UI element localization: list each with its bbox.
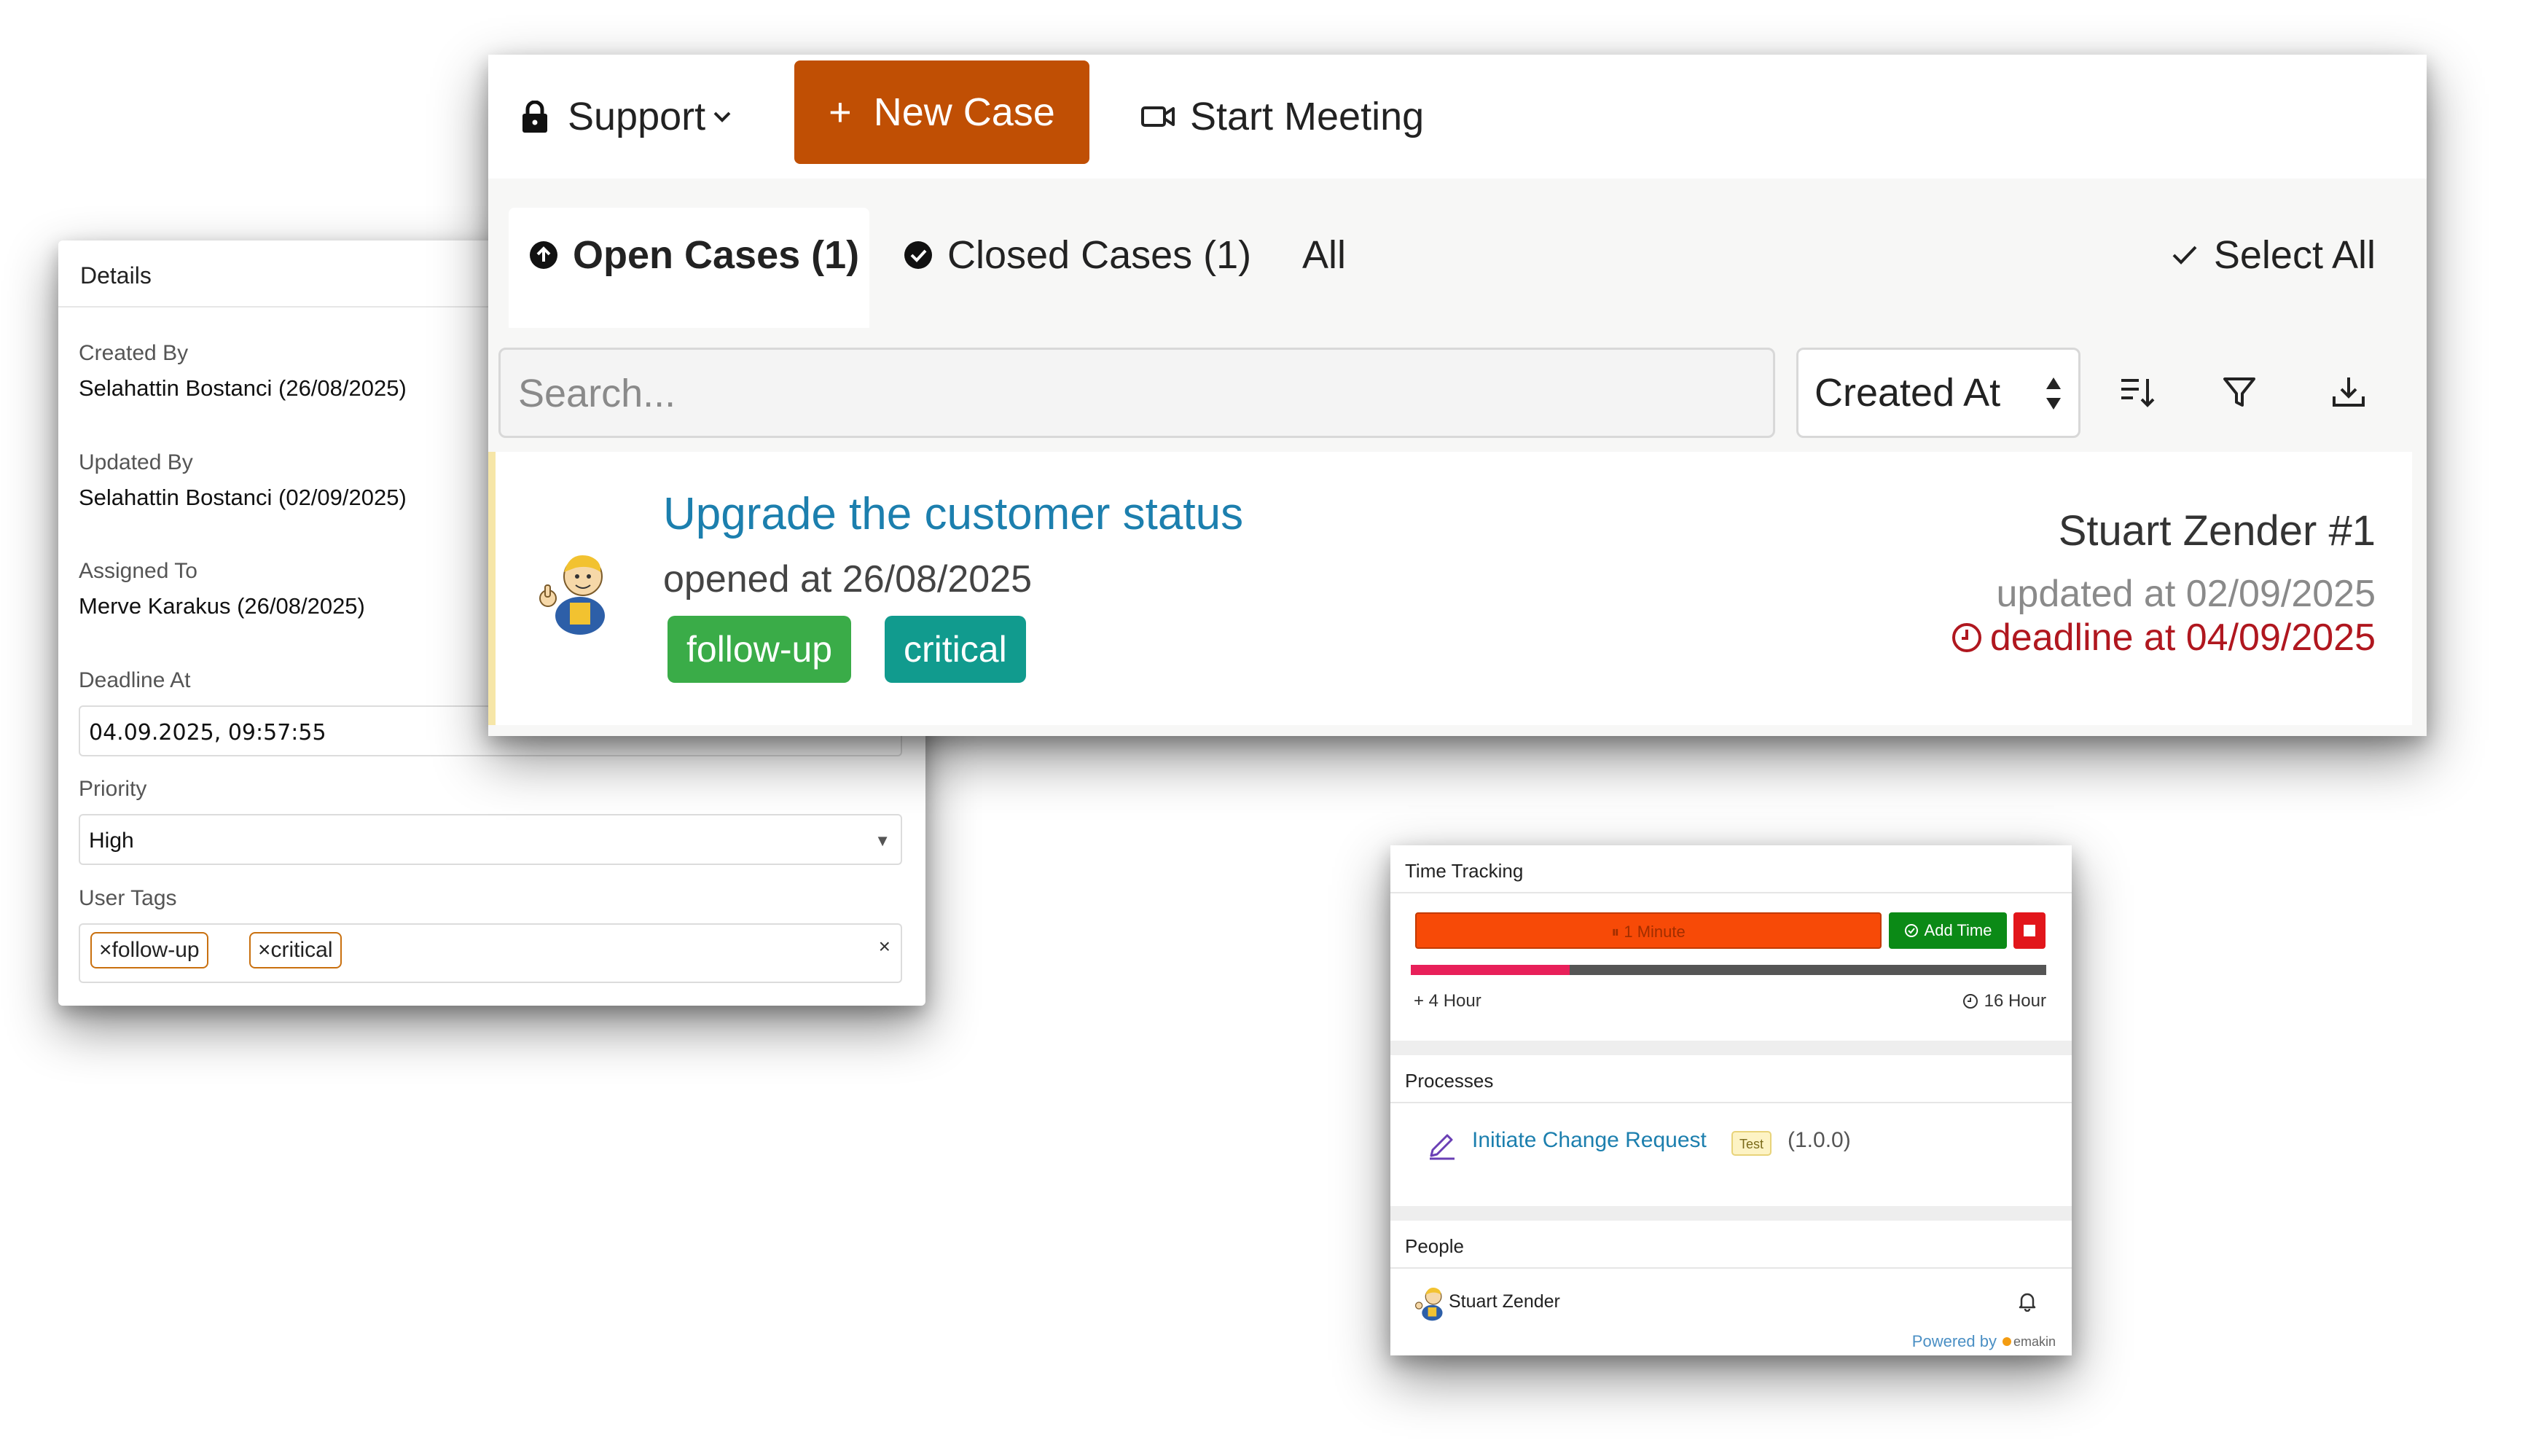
time-progress-bar bbox=[1411, 965, 2046, 975]
updated-by-label: Updated By bbox=[79, 450, 193, 474]
process-link[interactable]: Initiate Change Request bbox=[1472, 1128, 1707, 1153]
priority-select[interactable]: High ▼ bbox=[79, 814, 902, 865]
case-title[interactable]: Upgrade the customer status bbox=[663, 488, 1243, 540]
assigned-to-label: Assigned To bbox=[79, 559, 197, 583]
timer-label: ⏸ 1 Minute bbox=[1611, 923, 1686, 941]
process-env-badge: Test bbox=[1731, 1131, 1772, 1156]
new-case-label: New Case bbox=[873, 90, 1055, 134]
assigned-to-value: Merve Karakus (26/08/2025) bbox=[79, 593, 365, 619]
check-circle-icon bbox=[1904, 924, 1918, 937]
avatar bbox=[1414, 1288, 1443, 1321]
brand-logo: emakin bbox=[2002, 1334, 2056, 1350]
case-author: Stuart Zender #1 bbox=[2058, 507, 2376, 555]
sort-updown-icon bbox=[2046, 377, 2061, 410]
sort-select-value: Created At bbox=[1815, 371, 2001, 415]
processes-header: Processes bbox=[1390, 1055, 2072, 1103]
case-deadline: deadline at 04/09/2025 bbox=[1951, 616, 2376, 659]
tab-open-cases[interactable]: Open Cases (1) bbox=[529, 230, 859, 281]
chevron-down-icon bbox=[713, 111, 731, 122]
case-tag-follow-up[interactable]: follow-up bbox=[668, 616, 852, 683]
cases-window: Support + New Case Start Meeting Open Ca… bbox=[488, 55, 2427, 736]
clear-tags-icon[interactable]: × bbox=[879, 935, 890, 958]
pencil-icon bbox=[1430, 1134, 1455, 1160]
time-tracking-title: Time Tracking bbox=[1405, 860, 1524, 882]
checkmark-icon bbox=[2172, 246, 2197, 265]
check-circle-icon bbox=[904, 241, 932, 269]
top-toolbar: Support + New Case Start Meeting bbox=[488, 55, 2427, 179]
created-by-label: Created By bbox=[79, 341, 189, 365]
user-tags-field[interactable]: ×follow-up ×critical × bbox=[79, 923, 902, 983]
download-icon[interactable] bbox=[2328, 372, 2369, 412]
side-info-panel: Time Tracking ⏸ 1 Minute Add Time + 4 Ho… bbox=[1390, 845, 2072, 1355]
user-tag-critical[interactable]: ×critical bbox=[249, 932, 342, 968]
start-meeting-label: Start Meeting bbox=[1190, 95, 1425, 138]
deadline-label: Deadline At bbox=[79, 668, 191, 692]
tab-all[interactable]: All bbox=[1302, 230, 1346, 281]
case-updated-date: updated at 02/09/2025 bbox=[1996, 573, 2376, 615]
stop-icon bbox=[2024, 925, 2035, 936]
sort-direction-icon[interactable] bbox=[2117, 372, 2158, 412]
details-title: Details bbox=[80, 262, 152, 289]
timer-button[interactable]: ⏸ 1 Minute bbox=[1415, 912, 1882, 949]
user-tag-follow-up[interactable]: ×follow-up bbox=[90, 932, 208, 968]
select-all-button[interactable]: Select All bbox=[2172, 230, 2376, 281]
time-spent: + 4 Hour bbox=[1414, 991, 1481, 1011]
time-tracking-header: Time Tracking bbox=[1390, 845, 2072, 893]
person-name[interactable]: Stuart Zender bbox=[1449, 1291, 1560, 1312]
people-title: People bbox=[1405, 1235, 1464, 1257]
clock-icon bbox=[1962, 994, 1978, 1009]
clock-icon bbox=[1952, 623, 1981, 652]
time-estimate: 16 Hour bbox=[1962, 991, 2046, 1011]
add-time-button[interactable]: Add Time bbox=[1889, 912, 2007, 949]
brand-name: emakin bbox=[2013, 1334, 2056, 1349]
caret-down-icon: ▼ bbox=[874, 831, 890, 850]
tab-closed-cases-label: Closed Cases (1) bbox=[947, 233, 1252, 277]
tab-open-cases-label: Open Cases (1) bbox=[573, 233, 860, 277]
bell-icon[interactable] bbox=[2018, 1291, 2037, 1312]
avatar bbox=[539, 555, 605, 635]
updated-by-value: Selahattin Bostanci (02/09/2025) bbox=[79, 485, 407, 510]
powered-by[interactable]: Powered by emakin bbox=[1912, 1332, 2056, 1351]
start-meeting-button[interactable]: Start Meeting bbox=[1140, 91, 1424, 142]
case-tag-critical[interactable]: critical bbox=[885, 616, 1026, 683]
user-tags-label: User Tags bbox=[79, 886, 177, 910]
case-list-item[interactable]: Upgrade the customer status opened at 26… bbox=[488, 452, 2412, 725]
new-case-button[interactable]: + New Case bbox=[794, 60, 1089, 164]
people-header: People bbox=[1390, 1221, 2072, 1269]
workspace-label: Support bbox=[568, 95, 706, 138]
priority-label: Priority bbox=[79, 777, 147, 801]
filter-icon[interactable] bbox=[2219, 372, 2260, 412]
search-box[interactable] bbox=[498, 348, 1775, 438]
deadline-field-value: 04.09.2025, 09:57:55 bbox=[89, 720, 326, 745]
tab-all-label: All bbox=[1302, 233, 1347, 277]
stop-button[interactable] bbox=[2013, 912, 2046, 949]
lock-icon bbox=[522, 101, 547, 133]
section-divider bbox=[1390, 1041, 2072, 1055]
processes-title: Processes bbox=[1405, 1070, 1494, 1092]
tab-closed-cases[interactable]: Closed Cases (1) bbox=[904, 230, 1251, 281]
arrow-up-circle-icon bbox=[530, 241, 557, 269]
time-progress-fill bbox=[1411, 965, 1570, 975]
plus-icon: + bbox=[829, 90, 852, 134]
case-deadline-text: deadline at 04/09/2025 bbox=[1989, 617, 2376, 659]
powered-by-label: Powered by bbox=[1911, 1332, 1997, 1350]
select-all-label: Select All bbox=[2213, 233, 2376, 277]
time-estimate-value: 16 Hour bbox=[1984, 991, 2046, 1011]
brand-logo-dot bbox=[2002, 1337, 2011, 1346]
add-time-label: Add Time bbox=[1924, 921, 1992, 939]
search-input[interactable] bbox=[517, 367, 1751, 420]
workspace-dropdown[interactable]: Support bbox=[521, 91, 732, 142]
created-by-value: Selahattin Bostanci (26/08/2025) bbox=[79, 375, 407, 401]
section-divider bbox=[1390, 1206, 2072, 1221]
priority-select-value: High bbox=[89, 829, 134, 853]
sort-select[interactable]: Created At bbox=[1796, 348, 2080, 438]
video-camera-icon bbox=[1141, 106, 1175, 127]
process-version: (1.0.0) bbox=[1788, 1128, 1851, 1152]
case-opened-date: opened at 26/08/2025 bbox=[663, 558, 1033, 600]
